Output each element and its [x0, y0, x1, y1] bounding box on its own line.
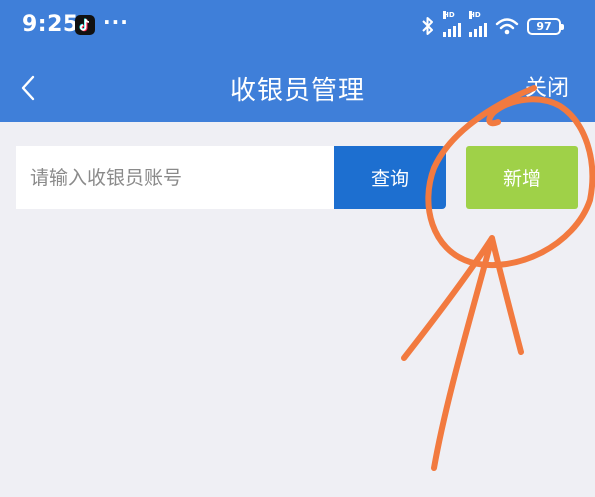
app-header: 9:25 ··· HD HD 97 收银员管理 关闭 — [0, 0, 595, 122]
more-dots: ··· — [103, 10, 129, 34]
query-button[interactable]: 查询 — [334, 146, 446, 209]
tiktok-icon — [75, 15, 95, 35]
annotation-arrow — [401, 235, 524, 471]
hd-label-2: HD — [469, 11, 481, 19]
close-button[interactable]: 关闭 — [525, 70, 569, 102]
page-title: 收银员管理 — [229, 76, 365, 106]
battery-icon: 97 — [527, 17, 564, 35]
cashier-account-search-input[interactable] — [16, 146, 334, 209]
status-time: 9:25 — [22, 12, 79, 37]
hd-label: HD — [443, 11, 455, 19]
signal-icon-2: HD — [469, 11, 487, 37]
status-icons: HD HD 97 — [421, 11, 564, 38]
add-button[interactable]: 新增 — [466, 146, 578, 209]
bluetooth-icon — [422, 17, 433, 35]
signal-icon: HD — [443, 11, 461, 37]
wifi-icon — [495, 18, 519, 35]
